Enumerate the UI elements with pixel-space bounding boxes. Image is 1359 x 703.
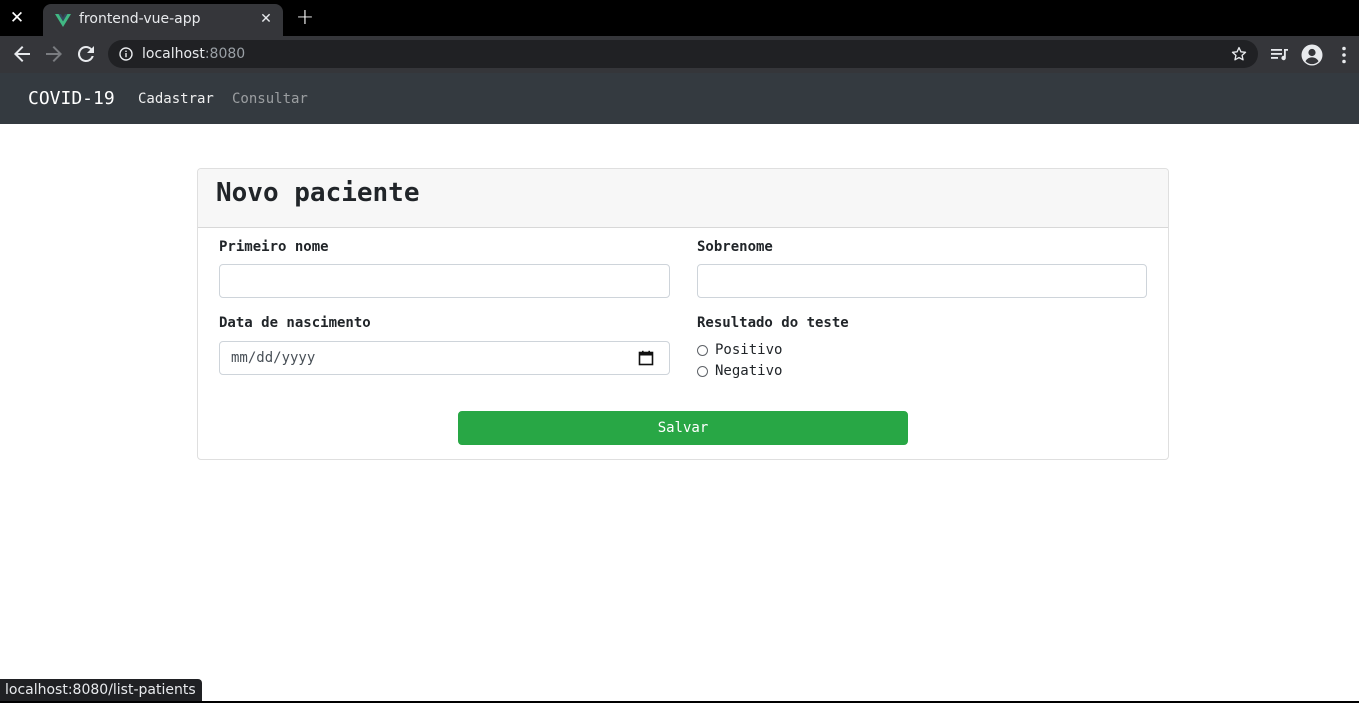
new-patient-card: Novo paciente Primeiro nome Sobrenome Da… — [197, 168, 1169, 460]
vue-logo-icon — [55, 14, 71, 27]
close-window-icon[interactable]: ✕ — [8, 8, 26, 28]
url-port: :8080 — [204, 46, 246, 62]
calendar-icon[interactable] — [638, 350, 654, 366]
nav-link-cadastrar[interactable]: Cadastrar — [138, 90, 214, 108]
back-arrow-icon[interactable] — [10, 42, 34, 66]
card-header: Novo paciente — [198, 169, 1168, 228]
save-button[interactable]: Salvar — [458, 411, 908, 445]
tab-close-icon[interactable]: ✕ — [257, 10, 275, 28]
test-result-label: Resultado do teste — [697, 315, 849, 331]
first-name-label: Primeiro nome — [219, 239, 329, 255]
radio-positivo[interactable] — [697, 345, 708, 356]
radio-label-positivo[interactable]: Positivo — [715, 341, 782, 359]
browser-tab[interactable]: frontend-vue-app ✕ — [43, 4, 283, 36]
new-tab-icon[interactable]: + — [294, 7, 316, 29]
page-title: Novo paciente — [216, 178, 420, 208]
browser-tab-strip: ✕ frontend-vue-app ✕ + — [0, 0, 1359, 36]
birth-date-input[interactable]: mm/dd/yyyy — [219, 341, 670, 375]
birth-date-label: Data de nascimento — [219, 315, 371, 331]
address-bar[interactable]: localhost:8080 — [108, 40, 1258, 68]
url-host: localhost — [142, 46, 205, 62]
forward-arrow-icon[interactable] — [42, 42, 66, 66]
birth-date-placeholder: mm/dd/yyyy — [231, 350, 316, 366]
tab-title: frontend-vue-app — [79, 11, 201, 27]
last-name-input[interactable] — [697, 264, 1147, 298]
navbar-brand[interactable]: COVID-19 — [28, 87, 115, 111]
app-navbar: COVID-19 Cadastrar Consultar — [0, 73, 1359, 124]
first-name-input[interactable] — [219, 264, 670, 298]
nav-link-consultar[interactable]: Consultar — [232, 90, 308, 108]
radio-label-negativo[interactable]: Negativo — [715, 362, 782, 380]
menu-kebab-icon[interactable] — [1333, 44, 1355, 66]
radio-negativo[interactable] — [697, 366, 708, 377]
bookmark-star-icon[interactable] — [1230, 45, 1248, 63]
browser-toolbar: localhost:8080 — [0, 36, 1359, 73]
profile-avatar-icon[interactable] — [1301, 44, 1323, 66]
last-name-label: Sobrenome — [697, 239, 773, 255]
url-text: localhost:8080 — [142, 45, 245, 63]
media-queue-icon[interactable] — [1269, 44, 1291, 66]
reload-icon[interactable] — [74, 42, 98, 66]
link-status-bubble: localhost:8080/list-patients — [0, 679, 202, 702]
site-info-icon[interactable] — [119, 47, 133, 61]
